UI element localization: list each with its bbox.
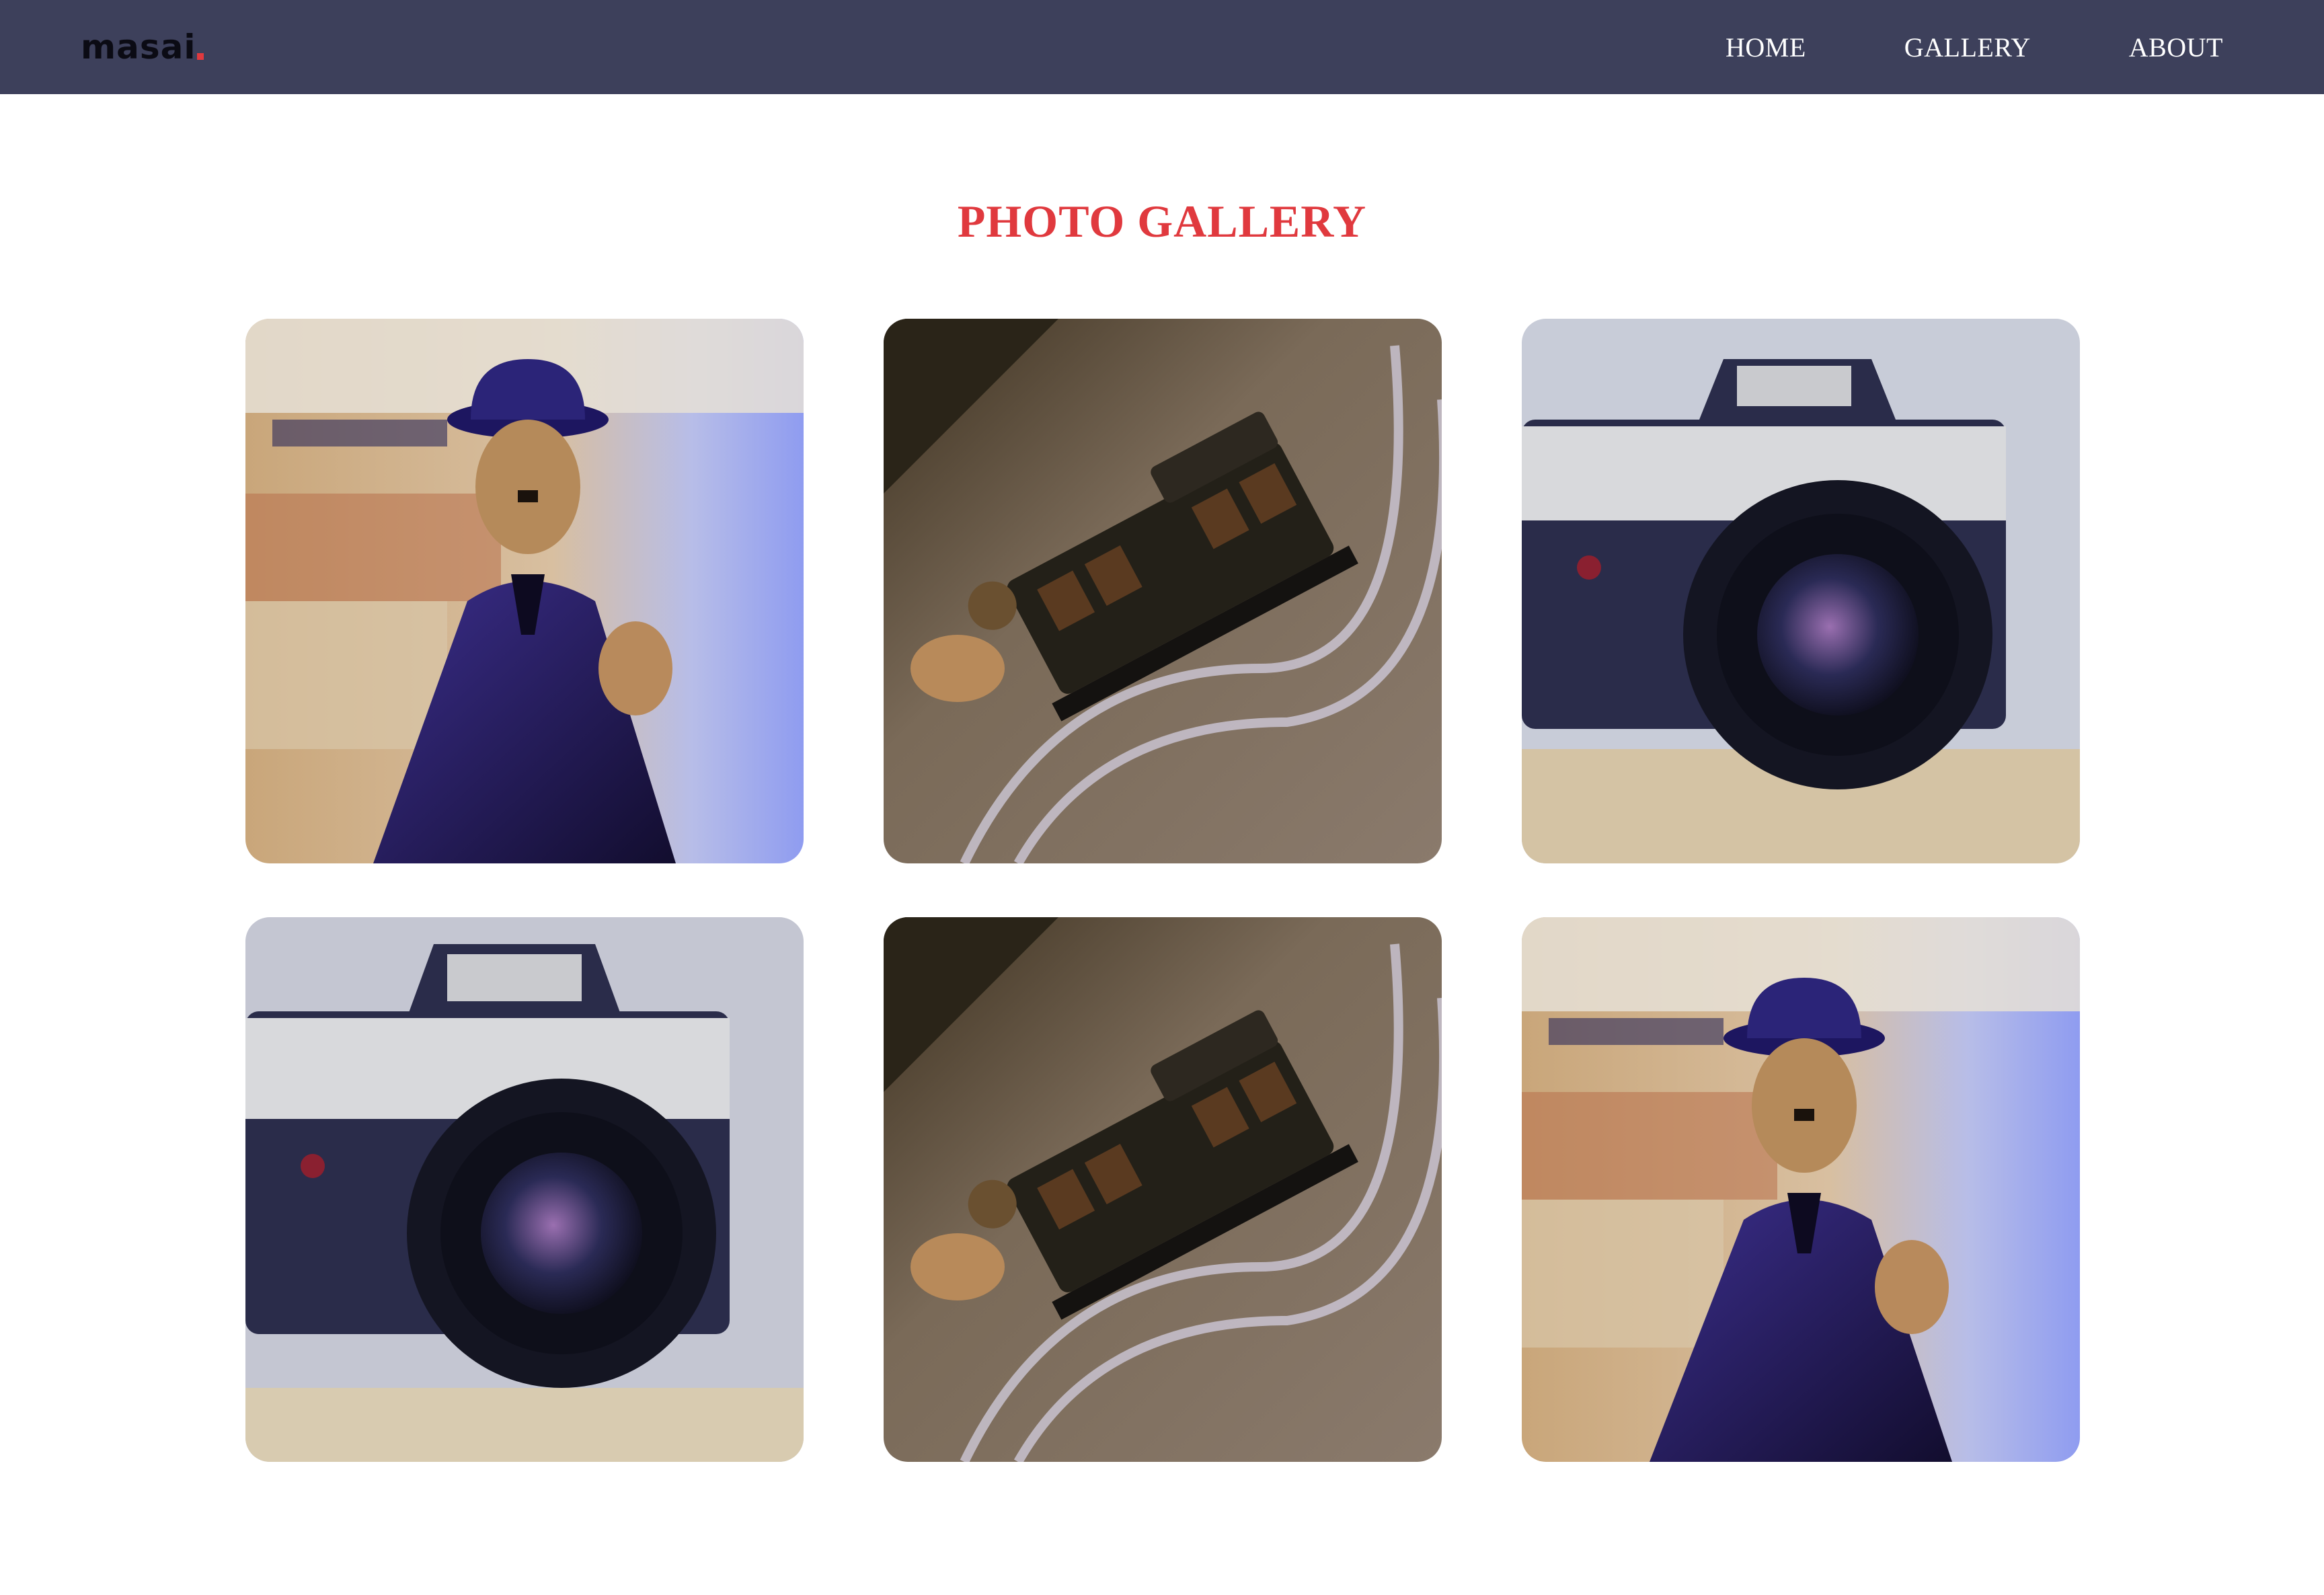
gallery-photo-locomotive-2[interactable] xyxy=(884,917,1442,1462)
gallery-photo-camera-1[interactable] xyxy=(1522,319,2080,863)
gallery-photo-locomotive-1[interactable] xyxy=(884,319,1442,863)
page-title: PHOTO GALLERY xyxy=(957,196,1367,247)
gallery-photo-camera-2[interactable] xyxy=(245,917,804,1462)
minolta-camera-image xyxy=(245,917,804,1462)
chaplin-figurine-image xyxy=(245,319,804,863)
masai-logo[interactable]: masai xyxy=(81,20,204,74)
nav-gallery-link[interactable]: GALLERY xyxy=(1904,32,2031,63)
gallery-photo-chaplin-2[interactable] xyxy=(1522,917,2080,1462)
nav-home-link[interactable]: HOME xyxy=(1726,32,1806,63)
photo-grid xyxy=(245,319,2080,1462)
toy-locomotive-image xyxy=(884,917,1442,1462)
minolta-camera-image xyxy=(1522,319,2080,863)
toy-locomotive-image xyxy=(884,319,1442,863)
logo-accent-mark xyxy=(197,53,204,60)
logo-text: masai xyxy=(81,28,196,67)
top-navbar: masai HOME GALLERY ABOUT xyxy=(0,0,2324,94)
gallery-photo-chaplin-1[interactable] xyxy=(245,319,804,863)
nav-links: HOME GALLERY ABOUT xyxy=(1726,0,2223,94)
nav-about-link[interactable]: ABOUT xyxy=(2129,32,2223,63)
chaplin-figurine-image xyxy=(1522,917,2080,1462)
